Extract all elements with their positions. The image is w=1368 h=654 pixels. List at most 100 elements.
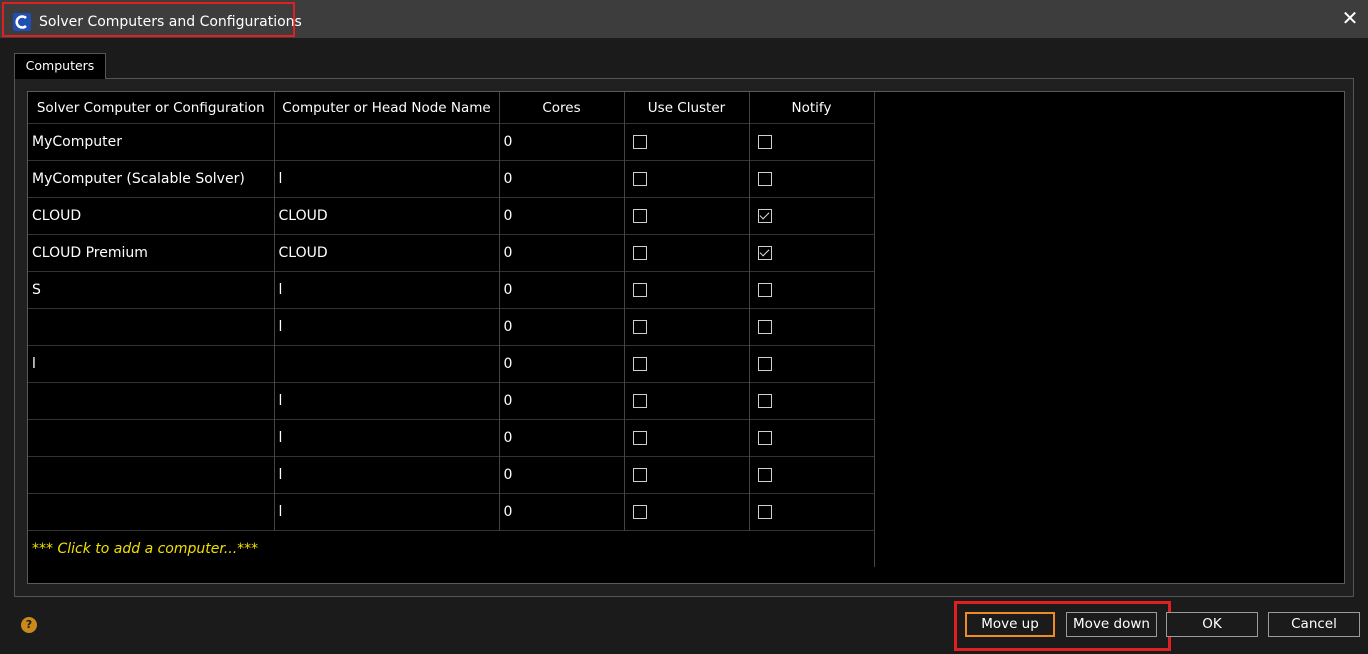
notify-checkbox[interactable] bbox=[757, 357, 772, 371]
notify-checkbox[interactable] bbox=[757, 209, 772, 223]
cell-use-cluster bbox=[624, 234, 750, 272]
cell-cores[interactable]: 0 bbox=[499, 271, 625, 309]
cell-notify bbox=[749, 493, 875, 531]
table-row[interactable]: l0 bbox=[28, 345, 875, 383]
table-row[interactable]: l0 bbox=[28, 493, 875, 531]
help-icon[interactable]: ? bbox=[21, 617, 37, 633]
cell-host[interactable]: l bbox=[274, 160, 500, 198]
cell-name[interactable] bbox=[28, 308, 275, 346]
cell-cores[interactable]: 0 bbox=[499, 345, 625, 383]
use-cluster-checkbox[interactable] bbox=[632, 394, 647, 408]
cell-use-cluster bbox=[624, 345, 750, 383]
cell-cores[interactable]: 0 bbox=[499, 419, 625, 457]
notify-checkbox[interactable] bbox=[757, 431, 772, 445]
cell-cores[interactable]: 0 bbox=[499, 382, 625, 420]
notify-checkbox[interactable] bbox=[757, 246, 772, 260]
title-highlight: Solver Computers and Configurations bbox=[2, 2, 302, 37]
cell-cores[interactable]: 0 bbox=[499, 197, 625, 235]
table-row[interactable]: l0 bbox=[28, 456, 875, 494]
cell-cores[interactable]: 0 bbox=[499, 160, 625, 198]
title-bar: Solver Computers and Configurations ✕ bbox=[0, 0, 1368, 38]
use-cluster-checkbox[interactable] bbox=[632, 172, 647, 186]
cell-host[interactable] bbox=[274, 123, 500, 161]
cell-name[interactable]: S bbox=[28, 271, 275, 309]
ok-button[interactable]: OK bbox=[1166, 612, 1258, 637]
header-name[interactable]: Solver Computer or Configuration bbox=[28, 92, 275, 124]
header-host[interactable]: Computer or Head Node Name bbox=[274, 92, 500, 124]
tab-computers[interactable]: Computers bbox=[14, 53, 106, 79]
use-cluster-checkbox[interactable] bbox=[632, 468, 647, 482]
notify-checkbox[interactable] bbox=[757, 172, 772, 186]
cell-host[interactable]: l bbox=[274, 308, 500, 346]
use-cluster-checkbox[interactable] bbox=[632, 209, 647, 223]
cell-use-cluster bbox=[624, 308, 750, 346]
cell-cores[interactable]: 0 bbox=[499, 456, 625, 494]
cell-name[interactable]: CLOUD bbox=[28, 197, 275, 235]
notify-checkbox[interactable] bbox=[757, 394, 772, 408]
cell-cores[interactable]: 0 bbox=[499, 123, 625, 161]
cell-notify bbox=[749, 308, 875, 346]
table-row[interactable]: Sl0 bbox=[28, 271, 875, 309]
close-icon[interactable]: ✕ bbox=[1340, 7, 1360, 29]
cell-host[interactable]: l bbox=[274, 456, 500, 494]
cell-cores[interactable]: 0 bbox=[499, 308, 625, 346]
table-row[interactable]: l0 bbox=[28, 308, 875, 346]
use-cluster-checkbox[interactable] bbox=[632, 357, 647, 371]
cell-name[interactable]: MyComputer (Scalable Solver) bbox=[28, 160, 275, 198]
cell-use-cluster bbox=[624, 456, 750, 494]
header-cores[interactable]: Cores bbox=[499, 92, 625, 124]
cell-use-cluster bbox=[624, 419, 750, 457]
cell-cores[interactable]: 0 bbox=[499, 234, 625, 272]
table-row[interactable]: l0 bbox=[28, 382, 875, 420]
cell-use-cluster bbox=[624, 493, 750, 531]
notify-checkbox[interactable] bbox=[757, 468, 772, 482]
cell-host[interactable]: CLOUD bbox=[274, 234, 500, 272]
cell-cores[interactable]: 0 bbox=[499, 493, 625, 531]
add-computer-row[interactable]: *** Click to add a computer...*** bbox=[28, 530, 875, 567]
use-cluster-checkbox[interactable] bbox=[632, 283, 647, 297]
window-title: Solver Computers and Configurations bbox=[39, 14, 302, 30]
cell-host[interactable]: l bbox=[274, 382, 500, 420]
header-row: Solver Computer or Configuration Compute… bbox=[28, 92, 875, 124]
cell-name[interactable] bbox=[28, 456, 275, 494]
cell-host[interactable] bbox=[274, 345, 500, 383]
computers-grid: Solver Computer or Configuration Compute… bbox=[27, 91, 1345, 584]
cell-notify bbox=[749, 234, 875, 272]
move-down-button[interactable]: Move down bbox=[1066, 612, 1157, 637]
cell-use-cluster bbox=[624, 160, 750, 198]
cell-notify bbox=[749, 197, 875, 235]
cell-name[interactable]: MyComputer bbox=[28, 123, 275, 161]
cell-notify bbox=[749, 419, 875, 457]
table-row[interactable]: CLOUD CLOUD 0 bbox=[28, 197, 875, 235]
notify-checkbox[interactable] bbox=[757, 283, 772, 297]
cell-host[interactable]: CLOUD bbox=[274, 197, 500, 235]
notify-checkbox[interactable] bbox=[757, 505, 772, 519]
cell-host[interactable]: l bbox=[274, 493, 500, 531]
table-row[interactable]: l0 bbox=[28, 419, 875, 457]
use-cluster-checkbox[interactable] bbox=[632, 135, 647, 149]
cell-notify bbox=[749, 271, 875, 309]
cell-name[interactable] bbox=[28, 382, 275, 420]
table-row[interactable]: CLOUD Premium CLOUD 0 bbox=[28, 234, 875, 272]
cell-notify bbox=[749, 456, 875, 494]
cell-name[interactable] bbox=[28, 493, 275, 531]
header-use-cluster[interactable]: Use Cluster bbox=[624, 92, 750, 124]
use-cluster-checkbox[interactable] bbox=[632, 320, 647, 334]
cancel-button[interactable]: Cancel bbox=[1268, 612, 1360, 637]
use-cluster-checkbox[interactable] bbox=[632, 431, 647, 445]
cell-host[interactable]: l bbox=[274, 419, 500, 457]
cell-name[interactable]: CLOUD Premium bbox=[28, 234, 275, 272]
notify-checkbox[interactable] bbox=[757, 135, 772, 149]
cell-name[interactable] bbox=[28, 419, 275, 457]
computers-table: Solver Computer or Configuration Compute… bbox=[28, 92, 875, 567]
use-cluster-checkbox[interactable] bbox=[632, 246, 647, 260]
add-computer-link[interactable]: *** Click to add a computer...*** bbox=[28, 530, 875, 567]
header-notify[interactable]: Notify bbox=[749, 92, 875, 124]
cell-name[interactable]: l bbox=[28, 345, 275, 383]
move-up-button[interactable]: Move up bbox=[965, 612, 1055, 637]
cell-host[interactable]: l bbox=[274, 271, 500, 309]
notify-checkbox[interactable] bbox=[757, 320, 772, 334]
use-cluster-checkbox[interactable] bbox=[632, 505, 647, 519]
table-row[interactable]: MyComputer 0 bbox=[28, 123, 875, 161]
table-row[interactable]: MyComputer (Scalable Solver) l 0 bbox=[28, 160, 875, 198]
